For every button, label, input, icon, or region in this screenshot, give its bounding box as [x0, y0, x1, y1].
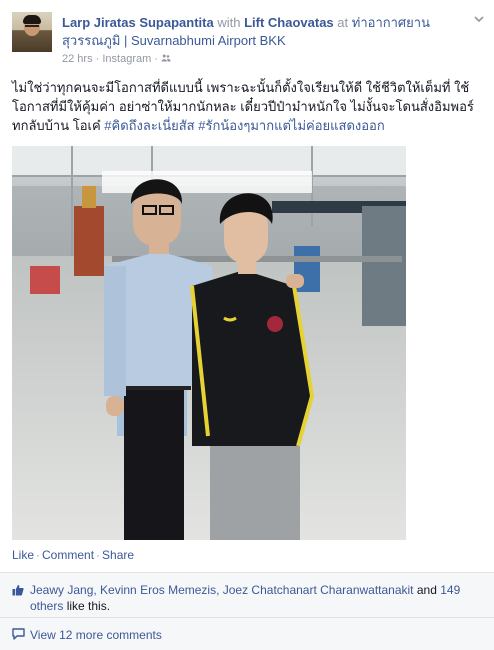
others-count-link[interactable]: 149	[440, 583, 460, 597]
comment-bubble-icon	[12, 628, 25, 640]
with-text: with	[217, 15, 241, 30]
author-name-link[interactable]: Larp Jiratas Supapantita	[62, 15, 214, 30]
avatar-glasses	[25, 25, 39, 30]
news-feed-story: Larp Jiratas Supapantita with Lift Chaov…	[0, 0, 494, 650]
tagged-friend-link[interactable]: Lift Chaovatas	[244, 15, 334, 30]
others-word-link[interactable]: others	[30, 599, 63, 613]
story-actions: Like · Comment · Share	[12, 548, 134, 562]
post-message: ไม่ใช่ว่าทุกคนจะมีโอกาสที่ดีแบบนี้ เพราะ…	[12, 78, 484, 135]
message-line-2: โอกาสที่มีให้คุ้มค่า อย่าซ่าให้มากนักหละ…	[12, 99, 474, 114]
likes-text: Jeawy Jang, Kevinn Eros Memezis, Joez Ch…	[30, 582, 480, 614]
action-dot-2: ·	[96, 548, 101, 562]
action-dot-1: ·	[36, 548, 41, 562]
at-text: at	[337, 15, 349, 30]
author-avatar[interactable]	[12, 12, 52, 52]
avatar-hair	[23, 15, 41, 24]
meta-separator-2: ·	[154, 53, 159, 65]
post-photo[interactable]	[12, 146, 406, 540]
view-more-comments-link[interactable]: View 12 more comments	[30, 628, 162, 642]
hashtag-links[interactable]: #คิดถึงละเนี่ยสัส #รักน้องๆมากแต่ไม่ค่อย…	[104, 118, 384, 133]
via-app-link[interactable]: Instagram	[102, 53, 151, 65]
story-meta: 22 hrs · Instagram ·	[62, 52, 171, 66]
message-line-3: ทกลับบ้าน โอเค๋	[12, 118, 105, 133]
thumbs-up-icon	[12, 585, 24, 596]
likes-suffix-text: like this.	[66, 599, 111, 613]
friends-audience-icon[interactable]	[161, 53, 171, 63]
timestamp-link[interactable]: 22 hrs	[62, 53, 93, 65]
meta-separator: ·	[95, 53, 100, 65]
story-header: Larp Jiratas Supapantita with Lift Chaov…	[62, 14, 482, 50]
chevron-down-icon[interactable]	[474, 14, 484, 24]
likes-and-text: and	[416, 583, 437, 597]
likers-names-link[interactable]: Jeawy Jang, Kevinn Eros Memezis, Joez Ch…	[30, 583, 414, 597]
comment-link[interactable]: Comment	[42, 548, 94, 562]
like-link[interactable]: Like	[12, 548, 34, 562]
likes-summary: Jeawy Jang, Kevinn Eros Memezis, Joez Ch…	[0, 572, 494, 617]
photo-illustration	[12, 146, 406, 540]
share-link[interactable]: Share	[102, 548, 134, 562]
message-line-1: ไม่ใช่ว่าทุกคนจะมีโอกาสที่ดีแบบนี้ เพราะ…	[12, 80, 470, 95]
comments-summary: View 12 more comments	[0, 617, 494, 650]
